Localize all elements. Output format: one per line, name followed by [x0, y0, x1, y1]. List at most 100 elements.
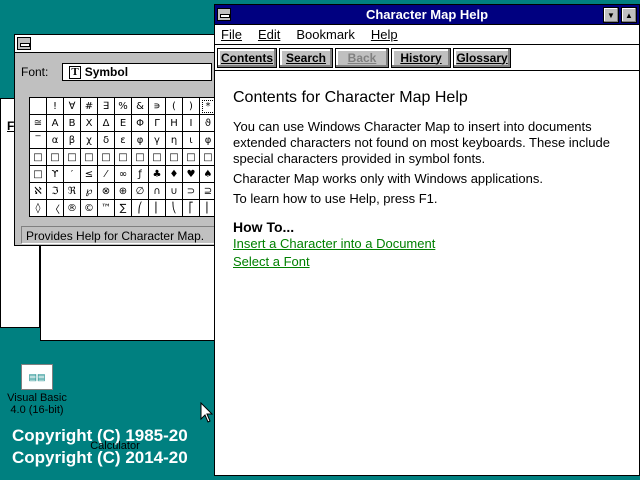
back-button[interactable]: Back [335, 47, 389, 68]
font-select[interactable]: T Symbol [62, 63, 213, 81]
character-cell[interactable]: ℵ [30, 183, 47, 200]
character-cell[interactable]: Δ [98, 115, 115, 132]
character-cell[interactable]: ‾ [30, 132, 47, 149]
character-cell[interactable]: ′ [64, 166, 81, 183]
character-cell[interactable]: © [81, 200, 98, 217]
character-cell[interactable]: ◊ [30, 200, 47, 217]
character-cell[interactable]: ♦ [166, 166, 183, 183]
character-cell[interactable]: ♥ [183, 166, 200, 183]
character-cell[interactable]: β [64, 132, 81, 149]
character-cell[interactable]: Φ [132, 115, 149, 132]
character-cell[interactable]: ∅ [132, 183, 149, 200]
character-cell[interactable]: ℑ [47, 183, 64, 200]
character-cell[interactable]: □ [132, 149, 149, 166]
character-cell[interactable]: ≤ [81, 166, 98, 183]
mouse-cursor-icon [200, 402, 214, 423]
character-cell[interactable]: φ [132, 132, 149, 149]
character-cell[interactable]: ϒ [47, 166, 64, 183]
character-cell[interactable]: ι [183, 132, 200, 149]
menu-bookmark-label: Bookmark [296, 27, 355, 42]
character-cell[interactable]: ℘ [81, 183, 98, 200]
character-cell[interactable]: ∞ [115, 166, 132, 183]
character-cell[interactable]: # [81, 98, 98, 115]
character-cell[interactable] [30, 98, 47, 115]
character-cell[interactable]: Ε [115, 115, 132, 132]
character-cell[interactable]: □ [115, 149, 132, 166]
character-cell[interactable]: ® [64, 200, 81, 217]
contents-button[interactable]: Contents [217, 47, 277, 68]
character-cell[interactable]: ♣ [149, 166, 166, 183]
character-cell[interactable]: □ [47, 149, 64, 166]
desktop-icon-visual-basic[interactable]: ▤▤ Visual Basic 4.0 (16-bit) [4, 364, 70, 416]
character-cell[interactable]: Χ [81, 115, 98, 132]
character-cell[interactable]: ∃ [98, 98, 115, 115]
character-cell[interactable]: ( [166, 98, 183, 115]
character-cell[interactable]: 〈 [47, 200, 64, 217]
character-cell[interactable]: % [115, 98, 132, 115]
character-cell[interactable]: χ [81, 132, 98, 149]
help-paragraph: Character Map works only with Windows ap… [233, 171, 543, 186]
character-cell[interactable]: & [132, 98, 149, 115]
character-cell[interactable]: □ [30, 149, 47, 166]
character-cell[interactable]: ∪ [166, 183, 183, 200]
character-cell[interactable]: α [47, 132, 64, 149]
character-cell[interactable]: ⊗ [98, 183, 115, 200]
howto-heading: How To... [233, 219, 295, 235]
character-cell[interactable]: Η [166, 115, 183, 132]
character-cell[interactable]: Ι [183, 115, 200, 132]
character-cell[interactable]: □ [98, 149, 115, 166]
help-window: Character Map Help ▼ ▲ File Edit Bookmar… [214, 4, 640, 476]
character-cell[interactable]: ⎝ [166, 200, 183, 217]
character-cell[interactable]: Β [64, 115, 81, 132]
menu-bookmark[interactable]: Bookmark [296, 27, 355, 42]
font-select-value: Symbol [84, 65, 129, 79]
character-cell[interactable]: ⁄ [98, 166, 115, 183]
history-button[interactable]: History [391, 47, 451, 68]
character-cell[interactable]: ⎡ [183, 200, 200, 217]
menu-file[interactable]: File [221, 27, 242, 42]
character-cell[interactable]: ) [183, 98, 200, 115]
character-cell[interactable]: □ [81, 149, 98, 166]
system-menu-icon[interactable] [217, 8, 231, 21]
minimize-button[interactable]: ▼ [603, 7, 619, 23]
character-cell[interactable]: ∩ [149, 183, 166, 200]
character-cell[interactable]: ∍ [149, 98, 166, 115]
character-cell[interactable]: ⊃ [183, 183, 200, 200]
menu-edit[interactable]: Edit [258, 27, 280, 42]
character-cell[interactable]: □ [183, 149, 200, 166]
maximize-button[interactable]: ▲ [621, 7, 637, 23]
glossary-button[interactable]: Glossary [453, 47, 511, 68]
character-cell[interactable]: ε [115, 132, 132, 149]
system-menu-icon[interactable] [17, 37, 31, 50]
font-row: Font: T Symbol [21, 63, 213, 81]
character-cell[interactable]: □ [30, 166, 47, 183]
character-cell[interactable]: ≅ [30, 115, 47, 132]
help-titlebar[interactable]: Character Map Help ▼ ▲ [215, 5, 639, 25]
character-cell[interactable]: □ [166, 149, 183, 166]
character-map-titlebar[interactable] [15, 35, 217, 53]
character-cell[interactable]: Γ [149, 115, 166, 132]
character-cell[interactable]: ™ [98, 200, 115, 217]
character-cell[interactable]: γ [149, 132, 166, 149]
character-cell[interactable]: ⎛ [132, 200, 149, 217]
search-button[interactable]: Search [279, 47, 333, 68]
link-select-font[interactable]: Select a Font [233, 253, 621, 271]
character-cell[interactable]: ∑ [115, 200, 132, 217]
menu-edit-label: Edit [257, 27, 281, 42]
character-cell[interactable]: δ [98, 132, 115, 149]
character-cell[interactable]: ⊕ [115, 183, 132, 200]
character-cell[interactable]: Α [47, 115, 64, 132]
character-cell[interactable]: ⎜ [149, 200, 166, 217]
character-cell[interactable]: □ [149, 149, 166, 166]
character-cell[interactable]: ℜ [64, 183, 81, 200]
character-cell[interactable]: ∀ [64, 98, 81, 115]
character-grid[interactable]: ! ∀ # ∃% & ∍() * ≅ Α Β Χ Δ Ε Φ Γ Η Ιϑ ‾ α β χ δ ε φ γ η ι φ □ □ □ □ □ □ □ □… [29, 97, 217, 217]
character-cell[interactable]: η [166, 132, 183, 149]
character-cell[interactable]: ! [47, 98, 64, 115]
character-cell[interactable]: ƒ [132, 166, 149, 183]
character-cell[interactable]: □ [64, 149, 81, 166]
menu-help[interactable]: Help [371, 27, 398, 42]
help-paragraph: You can use Windows Character Map to ins… [233, 119, 610, 166]
desktop-icon-calculator[interactable]: Calculator [88, 440, 142, 452]
link-insert-character[interactable]: Insert a Character into a Document [233, 235, 621, 253]
